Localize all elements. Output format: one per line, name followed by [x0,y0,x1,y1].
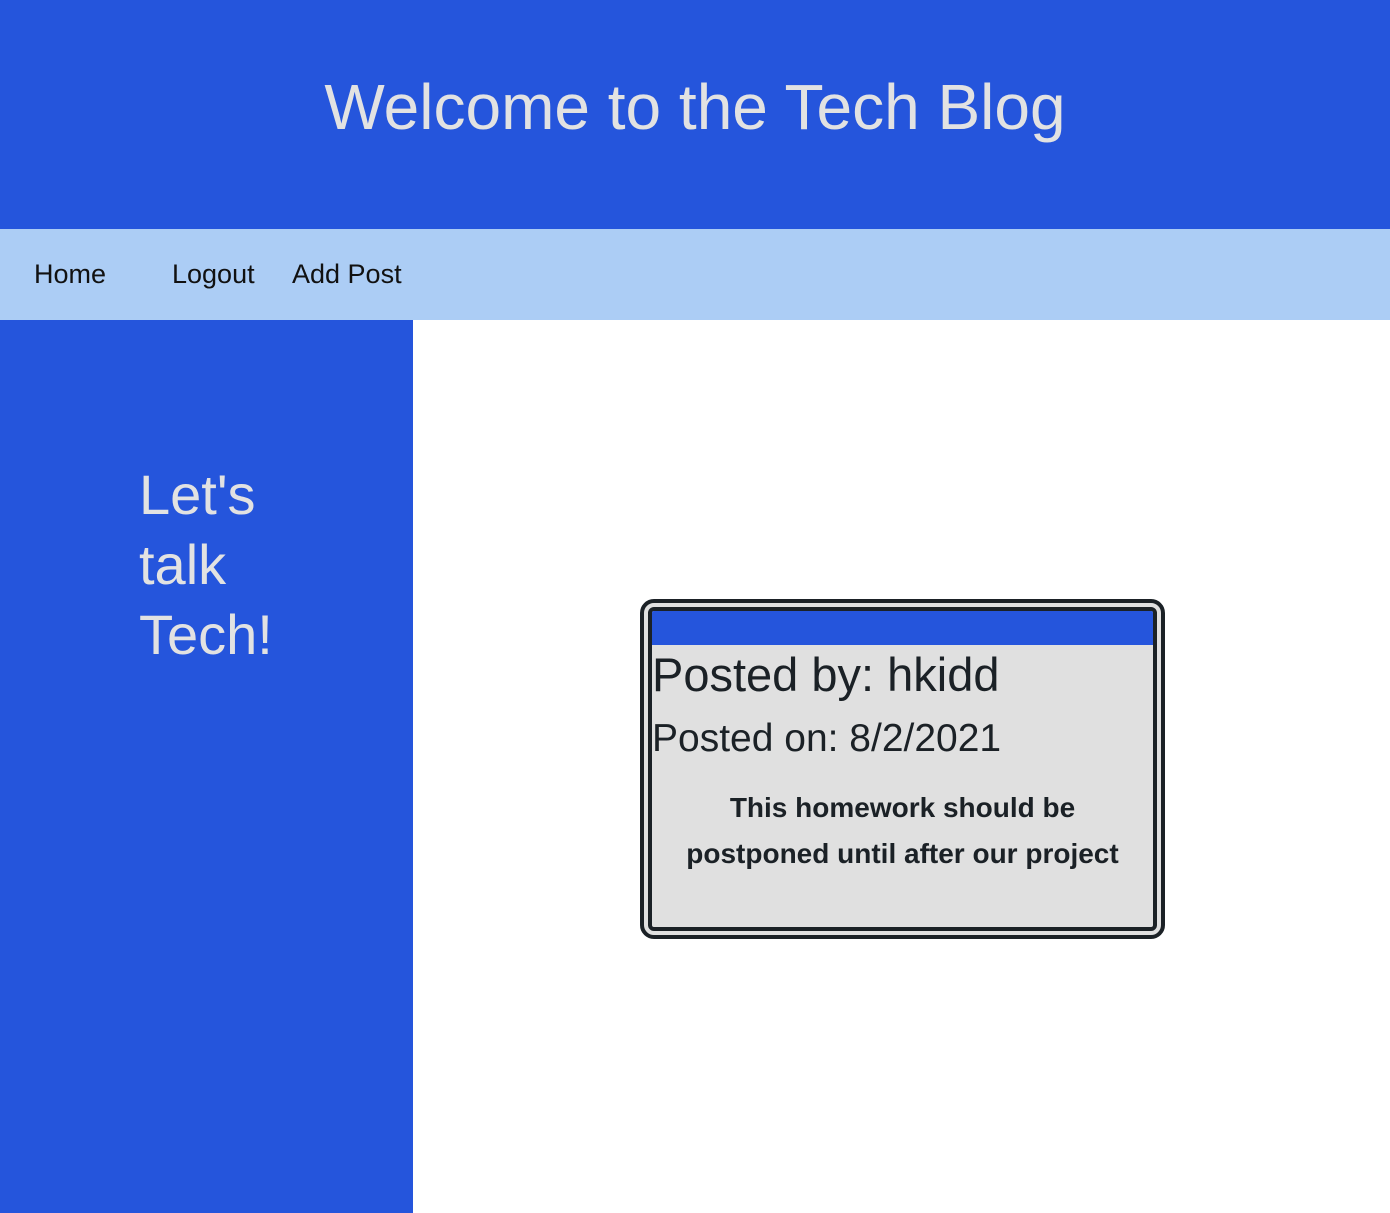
sidebar-tagline: Let's talk Tech! [139,463,273,666]
post-card-inner: Posted by: hkidd Posted on: 8/2/2021 Thi… [648,607,1157,931]
site-header: Welcome to the Tech Blog [0,0,1390,229]
post-card-header-bar [652,611,1153,645]
sidebar: Let's talk Tech! [0,320,413,1213]
site-title: Welcome to the Tech Blog [324,70,1066,143]
post-author: Posted by: hkidd [652,648,1000,701]
nav-home-link[interactable]: Home [34,259,106,290]
nav-logout-link[interactable]: Logout [172,259,255,290]
post-content: This homework should be postponed until … [686,792,1119,869]
post-date: Posted on: 8/2/2021 [652,717,1002,760]
nav-bar: Home Logout Add Post [0,229,1390,320]
post-card[interactable]: Posted by: hkidd Posted on: 8/2/2021 Thi… [640,599,1165,939]
nav-add-post-link[interactable]: Add Post [292,259,402,290]
